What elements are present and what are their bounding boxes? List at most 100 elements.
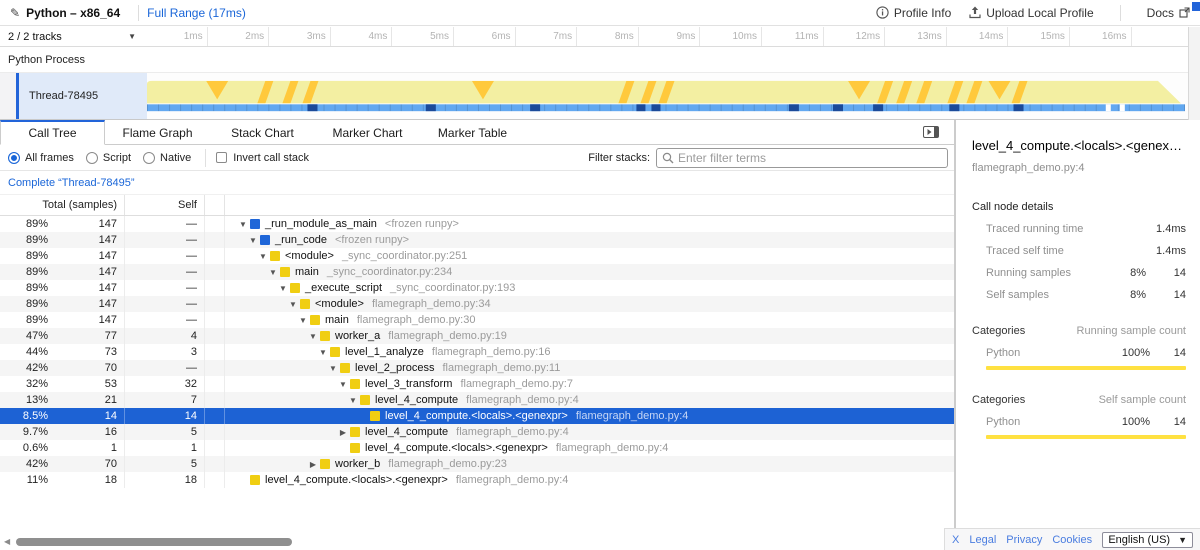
category-color-square [300,299,310,309]
table-row[interactable]: 42%70—▼level_2_processflamegraph_demo.py… [0,360,954,376]
table-row[interactable]: 89%147—▼<module>_sync_coordinator.py:251 [0,248,954,264]
table-row[interactable]: 9.7%165▶level_4_computeflamegraph_demo.p… [0,424,954,440]
tracks-vertical-scrollbar[interactable] [1188,27,1200,120]
timeline-ruler: 1ms2ms3ms4ms5ms6ms7ms8ms9ms10ms11ms12ms1… [146,27,1188,46]
radio-all-frames[interactable]: All frames [8,152,74,164]
call-node-sidebar: level_4_compute.<locals>.<genexpr> flame… [955,120,1200,528]
category-color-square [330,347,340,357]
expand-twisty-icon[interactable]: ▼ [266,268,280,277]
upload-profile-button[interactable]: Upload Local Profile [969,6,1093,20]
chevron-down-icon: ▼ [1178,535,1187,545]
call-node-details-heading: Call node details [972,201,1186,213]
expand-twisty-icon[interactable]: ▼ [346,396,360,405]
scroll-left-arrow-icon[interactable]: ◀ [4,538,10,546]
scrollbar-thumb[interactable] [16,538,292,546]
category-color-square [360,395,370,405]
function-name: _run_module_as_main [265,218,377,230]
table-row[interactable]: 11%1818level_4_compute.<locals>.<genexpr… [0,472,954,488]
docs-link[interactable]: Docs [1147,6,1190,20]
expand-twisty-icon[interactable]: ▼ [246,236,260,245]
footer-link-legal[interactable]: Legal [969,534,996,546]
category-color-square [250,475,260,485]
footer-link-cookies[interactable]: Cookies [1052,534,1092,546]
expand-twisty-icon[interactable]: ▶ [336,428,350,437]
expand-twisty-icon[interactable]: ▼ [256,252,270,261]
table-row[interactable]: 89%147—▼mainflamegraph_demo.py:30 [0,312,954,328]
table-row[interactable]: 89%147—▼<module>flamegraph_demo.py:34 [0,296,954,312]
profile-info-button[interactable]: Profile Info [876,6,951,20]
expand-twisty-icon[interactable]: ▼ [316,348,330,357]
table-row[interactable]: 89%147—▼main_sync_coordinator.py:234 [0,264,954,280]
full-range-link[interactable]: Full Range (17ms) [147,6,246,20]
ruler-tick-label: 7ms [516,27,578,46]
process-track-header[interactable]: Python Process [0,48,1188,73]
tab-marker-table[interactable]: Marker Table [420,120,525,144]
tab-flame-graph[interactable]: Flame Graph [105,120,210,144]
expand-twisty-icon[interactable]: ▼ [306,332,320,341]
radio-native[interactable]: Native [143,152,191,164]
table-row[interactable]: 8.5%1414level_4_compute.<locals>.<genexp… [0,408,954,424]
function-location: flamegraph_demo.py:4 [456,426,569,438]
category-color-square [350,427,360,437]
table-row[interactable]: 89%147—▼_execute_script_sync_coordinator… [0,280,954,296]
ruler-tick-label: 15ms [1008,27,1070,46]
function-name: level_4_compute.<locals>.<genexpr> [265,474,448,486]
column-header-self[interactable]: Self [125,195,205,215]
categories-header: CategoriesSelf sample count [972,394,1186,406]
divider [1120,5,1121,21]
radio-label: Native [160,152,191,164]
category-bar [986,435,1186,439]
thread-track[interactable]: Thread-78495 [0,73,1188,120]
expand-twisty-icon[interactable]: ▼ [336,380,350,389]
function-location: flamegraph_demo.py:4 [576,410,689,422]
table-row[interactable]: 42%705▶worker_bflamegraph_demo.py:23 [0,456,954,472]
function-location: flamegraph_demo.py:30 [357,314,476,326]
expand-twisty-icon[interactable]: ▼ [236,220,250,229]
track-gutter [0,73,16,119]
function-location: <frozen runpy> [335,234,409,246]
thread-track-label[interactable]: Thread-78495 [19,73,147,119]
category-row: Python100%14 [972,416,1186,428]
x-social-link[interactable]: X [952,534,959,546]
horizontal-scrollbar[interactable]: ◀ [0,535,950,549]
table-row[interactable]: 32%5332▼level_3_transformflamegraph_demo… [0,376,954,392]
function-name: main [295,266,319,278]
table-row[interactable]: 0.6%11level_4_compute.<locals>.<genexpr>… [0,440,954,456]
tab-stack-chart[interactable]: Stack Chart [210,120,315,144]
footer-link-privacy[interactable]: Privacy [1006,534,1042,546]
table-row[interactable]: 47%774▼worker_aflamegraph_demo.py:19 [0,328,954,344]
expand-twisty-icon[interactable]: ▼ [276,284,290,293]
invert-call-stack-checkbox[interactable]: Invert call stack [216,152,309,164]
profile-title: Python – x86_64 [26,6,120,20]
function-location: flamegraph_demo.py:16 [432,346,551,358]
table-row[interactable]: 13%217▼level_4_computeflamegraph_demo.py… [0,392,954,408]
tracks-visibility-dropdown[interactable]: 2 / 2 tracks ▼ [0,27,146,46]
expand-twisty-icon[interactable]: ▼ [286,300,300,309]
table-row[interactable]: 44%733▼level_1_analyzeflamegraph_demo.py… [0,344,954,360]
table-row[interactable]: 89%147—▼_run_module_as_main<frozen runpy… [0,216,954,232]
radio-script[interactable]: Script [86,152,131,164]
ruler-tick-label: 13ms [885,27,947,46]
footer-bar: X Legal Privacy Cookies English (US) ▼ [944,528,1200,550]
language-select[interactable]: English (US) ▼ [1102,532,1193,548]
expand-twisty-icon[interactable]: ▼ [326,364,340,373]
tab-call-tree[interactable]: Call Tree [0,120,105,145]
function-name: level_3_transform [365,378,452,390]
timeline-tracks: Python Process Thread-78495 [0,48,1188,120]
detail-row: Traced self time1.4ms [972,245,1186,257]
sidebar-toggle-button[interactable] [922,125,940,139]
footer-links: Legal Privacy Cookies [969,534,1092,546]
tab-marker-chart[interactable]: Marker Chart [315,120,420,144]
function-location: _sync_coordinator.py:234 [327,266,452,278]
edit-profile-name-icon[interactable]: ✎ [10,6,20,20]
radio-label: Script [103,152,131,164]
calltree-root-breadcrumb[interactable]: Complete “Thread-78495” [0,171,954,195]
category-color-square [320,331,330,341]
expand-twisty-icon[interactable]: ▶ [306,460,320,469]
expand-twisty-icon[interactable]: ▼ [296,316,310,325]
filter-stacks-input[interactable] [678,151,942,165]
function-name: _run_code [275,234,327,246]
thread-activity-graph[interactable] [147,73,1188,119]
column-header-total[interactable]: Total (samples) [0,195,125,215]
table-row[interactable]: 89%147—▼_run_code<frozen runpy> [0,232,954,248]
